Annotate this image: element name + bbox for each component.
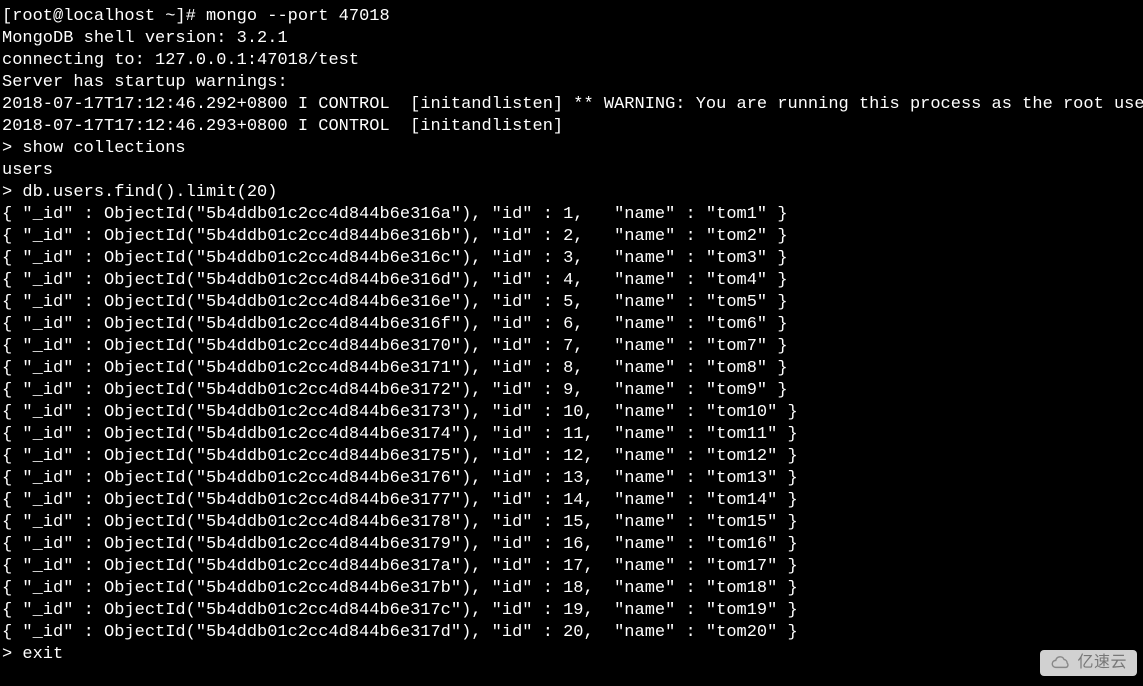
- mongo-warning-line-2: 2018-07-17T17:12:46.293+0800 I CONTROL […: [2, 117, 573, 136]
- watermark-text: 亿速云: [1077, 654, 1127, 671]
- collections-output: users: [2, 161, 53, 180]
- mongo-prompt: >: [2, 183, 22, 202]
- documents-output: { "_id" : ObjectId("5b4ddb01c2cc4d844b6e…: [2, 205, 798, 642]
- find-command: db.users.find().limit(20): [22, 183, 277, 202]
- mongo-warnings-header: Server has startup warnings:: [2, 73, 298, 92]
- mongo-prompt: >: [2, 139, 22, 158]
- watermark-badge: 亿速云: [1040, 650, 1137, 676]
- mongo-version-line: MongoDB shell version: 3.2.1: [2, 29, 288, 48]
- cloud-icon: [1050, 656, 1072, 670]
- show-collections-command: show collections: [22, 139, 185, 158]
- mongo-connect-command: mongo --port 47018: [206, 7, 390, 26]
- shell-prompt: [root@localhost ~]#: [2, 7, 206, 26]
- mongo-warning-line-1: 2018-07-17T17:12:46.292+0800 I CONTROL […: [2, 95, 1143, 114]
- mongo-prompt: >: [2, 645, 22, 664]
- terminal-output[interactable]: [root@localhost ~]# mongo --port 47018 M…: [0, 0, 1143, 668]
- mongo-connecting-line: connecting to: 127.0.0.1:47018/test: [2, 51, 359, 70]
- exit-command: exit: [22, 645, 63, 664]
